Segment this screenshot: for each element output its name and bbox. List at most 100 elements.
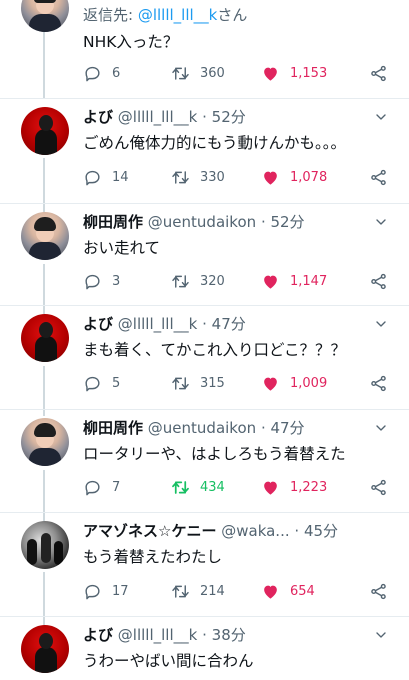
share-button[interactable]	[369, 166, 388, 188]
display-name[interactable]: よび	[83, 315, 113, 333]
timestamp[interactable]: · 47分	[261, 419, 305, 437]
like-button[interactable]: 1,223	[261, 476, 327, 498]
avatar[interactable]	[21, 212, 69, 260]
user-handle[interactable]: @uentudaikon	[148, 419, 256, 437]
tweet-header: 柳田周作 @uentudaikon · 52分	[83, 212, 305, 232]
retweet-icon	[172, 170, 189, 184]
like-button[interactable]: 1,078	[261, 166, 327, 188]
reply-icon	[85, 170, 100, 185]
like-button[interactable]: 1,147	[261, 270, 327, 292]
chevron-down-icon[interactable]	[373, 420, 389, 436]
like-button[interactable]: 1,153	[261, 62, 327, 84]
tweet-actions: 5 315 1,009	[83, 372, 393, 394]
tweet-actions: 7 434 1,223	[83, 476, 393, 498]
tweet-text: NHK入った？	[83, 33, 179, 51]
tweet-actions: 3 320 1,147	[83, 270, 393, 292]
reply-icon	[85, 274, 100, 289]
tweet[interactable]: よび @lllll_lll__k · 52分 ごめん俺体力的にもう動けんかも。。…	[0, 99, 409, 203]
heart-icon	[264, 481, 277, 495]
tweet-header: よび @lllll_lll__k · 38分	[83, 625, 246, 645]
reply-mention-link[interactable]: @lllll_lll__k	[138, 6, 218, 24]
reply-button[interactable]: 7	[83, 476, 120, 498]
display-name[interactable]: よび	[83, 108, 113, 126]
tweet-text: ごめん俺体力的にもう動けんかも。。。	[83, 134, 347, 152]
tweet-text: まも着く、てかこれ入り口どこ？？？	[83, 341, 347, 359]
timestamp[interactable]: · 47分	[202, 315, 246, 333]
share-icon	[371, 375, 386, 391]
reply-icon	[85, 66, 100, 81]
user-handle[interactable]: @lllll_lll__k	[118, 108, 198, 126]
timestamp[interactable]: · 52分	[202, 108, 246, 126]
display-name[interactable]: よび	[83, 626, 113, 644]
retweet-icon	[172, 376, 189, 390]
tweet-text: もう着替えたわたし	[83, 548, 223, 566]
retweet-button[interactable]: 214	[171, 580, 225, 602]
avatar[interactable]	[21, 314, 69, 362]
tweet-text: うわーやばい間に合わん	[83, 652, 254, 670]
avatar[interactable]	[21, 625, 69, 673]
tweet-actions: 14 330 1,078	[83, 166, 393, 188]
display-name[interactable]: 柳田周作	[83, 213, 143, 231]
chevron-down-icon[interactable]	[373, 214, 389, 230]
retweet-icon	[172, 274, 189, 288]
reply-context: 返信先: @lllll_lll__kさん	[83, 6, 248, 24]
share-icon	[371, 273, 386, 289]
tweet[interactable]: よび @lllll_lll__k · 38分 うわーやばい間に合わん	[0, 617, 409, 680]
heart-icon	[264, 275, 277, 289]
retweet-icon	[172, 66, 189, 80]
avatar[interactable]	[21, 521, 69, 569]
share-icon	[371, 169, 386, 185]
avatar[interactable]	[21, 0, 69, 32]
retweet-button[interactable]: 320	[171, 270, 225, 292]
reply-button[interactable]: 14	[83, 166, 129, 188]
display-name[interactable]: アマゾネス☆ケニー	[83, 522, 216, 540]
user-handle[interactable]: @lllll_lll__k	[118, 626, 198, 644]
chevron-down-icon[interactable]	[373, 627, 389, 643]
user-handle[interactable]: @lllll_lll__k	[118, 315, 198, 333]
tweet[interactable]: アマゾネス☆ケニー @waka... · 45分 もう着替えたわたし 17 21…	[0, 513, 409, 616]
like-button[interactable]: 1,009	[261, 372, 327, 394]
tweet-actions: 17 214 654	[83, 580, 393, 602]
tweet-actions: 6 360 1,153	[83, 62, 393, 84]
user-handle[interactable]: @waka...	[221, 522, 289, 540]
tweet-header: よび @lllll_lll__k · 52分	[83, 107, 246, 127]
heart-icon	[264, 377, 277, 391]
tweet-text: ロータリーや、はよしろもう着替えた	[83, 445, 346, 463]
share-icon	[371, 583, 386, 599]
reply-button[interactable]: 17	[83, 580, 129, 602]
share-button[interactable]	[369, 476, 388, 498]
share-icon	[371, 479, 386, 495]
reply-icon	[85, 584, 100, 599]
share-button[interactable]	[369, 270, 388, 292]
avatar[interactable]	[21, 107, 69, 155]
retweet-button-active[interactable]: 434	[171, 476, 225, 498]
share-button[interactable]	[369, 62, 388, 84]
avatar[interactable]	[21, 418, 69, 466]
tweet[interactable]: 柳田周作 @uentudaikon · 52分 おい走れて 3 320 1,14…	[0, 204, 409, 305]
heart-icon	[264, 171, 277, 185]
heart-icon	[264, 585, 277, 599]
retweet-button[interactable]: 330	[171, 166, 225, 188]
retweet-button[interactable]: 360	[171, 62, 225, 84]
retweet-icon	[172, 480, 189, 494]
reply-button[interactable]: 3	[83, 270, 120, 292]
tweet[interactable]: よび @lllll_lll__k · 47分 まも着く、てかこれ入り口どこ？？？…	[0, 306, 409, 409]
tweet-header: 柳田周作 @uentudaikon · 47分	[83, 418, 305, 438]
chevron-down-icon[interactable]	[373, 109, 389, 125]
reply-button[interactable]: 5	[83, 372, 120, 394]
timestamp[interactable]: · 45分	[294, 522, 338, 540]
tweet[interactable]: 柳田周作 @uentudaikon · 47分 ロータリーや、はよしろもう着替え…	[0, 410, 409, 512]
like-button[interactable]: 654	[261, 580, 315, 602]
retweet-button[interactable]: 315	[171, 372, 225, 394]
user-handle[interactable]: @uentudaikon	[148, 213, 256, 231]
reply-button[interactable]: 6	[83, 62, 120, 84]
share-button[interactable]	[369, 372, 388, 394]
chevron-down-icon[interactable]	[373, 316, 389, 332]
tweet[interactable]: 返信先: @lllll_lll__kさん NHK入った？ 6 360 1,153	[0, 0, 409, 98]
timestamp[interactable]: · 38分	[202, 626, 246, 644]
timestamp[interactable]: · 52分	[261, 213, 305, 231]
tweet-header: よび @lllll_lll__k · 47分	[83, 314, 246, 334]
display-name[interactable]: 柳田周作	[83, 419, 143, 437]
reply-icon	[85, 376, 100, 391]
share-button[interactable]	[369, 580, 388, 602]
